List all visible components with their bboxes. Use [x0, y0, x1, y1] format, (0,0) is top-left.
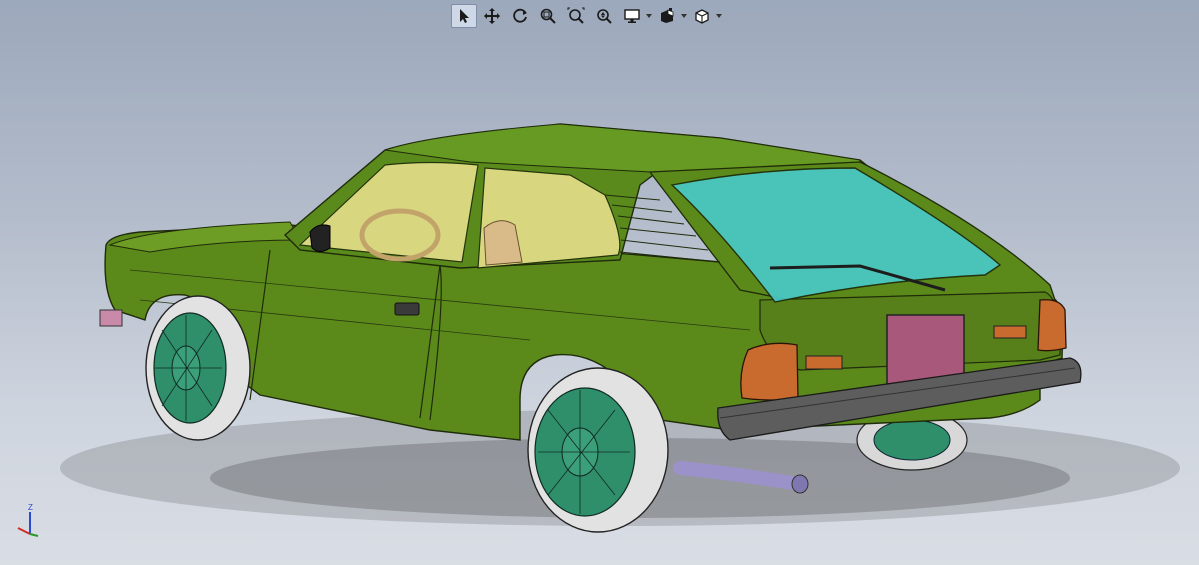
- chevron-down-icon: [681, 13, 687, 18]
- display-style-button[interactable]: [619, 4, 645, 28]
- rotate-icon: [513, 8, 527, 23]
- chevron-down-icon: [646, 13, 652, 18]
- view-cube-icon: [695, 9, 709, 24]
- zoom-to-fit-icon: [540, 8, 556, 24]
- zoom-to-area-button[interactable]: [563, 4, 589, 28]
- display-monitor-icon: [624, 9, 640, 23]
- view-orientation-caret[interactable]: [716, 4, 722, 28]
- door-handle: [394, 302, 420, 316]
- heads-up-view-toolbar: [451, 3, 722, 29]
- pan-icon: [484, 8, 500, 24]
- triad-x-axis: [17, 527, 31, 535]
- display-style-caret[interactable]: [646, 4, 652, 28]
- side-mirror: [309, 224, 331, 252]
- triad-z-label: Z: [28, 503, 33, 512]
- reference-triad: Z: [17, 503, 39, 537]
- appearance-caret[interactable]: [681, 4, 687, 28]
- left-taillight: [740, 342, 799, 401]
- view-orientation-dropdown[interactable]: [689, 4, 722, 28]
- triad-y-axis: [29, 533, 39, 537]
- zoom-to-area-icon: [567, 7, 585, 24]
- zoom-to-fit-button[interactable]: [535, 4, 561, 28]
- front-left-wheel[interactable]: [145, 295, 251, 441]
- graphics-area[interactable]: Z: [0, 0, 1199, 565]
- appearance-icon: [661, 8, 674, 23]
- view-orientation-button[interactable]: [689, 4, 715, 28]
- rear-left-wheel[interactable]: [527, 367, 669, 533]
- select-arrow-icon: [460, 9, 469, 23]
- appearance-dropdown[interactable]: [654, 4, 687, 28]
- display-style-dropdown[interactable]: [619, 4, 652, 28]
- select-button[interactable]: [451, 4, 477, 28]
- appearance-button[interactable]: [654, 4, 680, 28]
- rotate-button[interactable]: [507, 4, 533, 28]
- right-taillight: [1037, 299, 1067, 352]
- pan-button[interactable]: [479, 4, 505, 28]
- license-plate: [886, 314, 965, 385]
- zoom-in-out-icon: [597, 9, 612, 24]
- zoom-in-out-button[interactable]: [591, 4, 617, 28]
- car-model[interactable]: [0, 0, 1199, 565]
- chevron-down-icon: [716, 13, 722, 18]
